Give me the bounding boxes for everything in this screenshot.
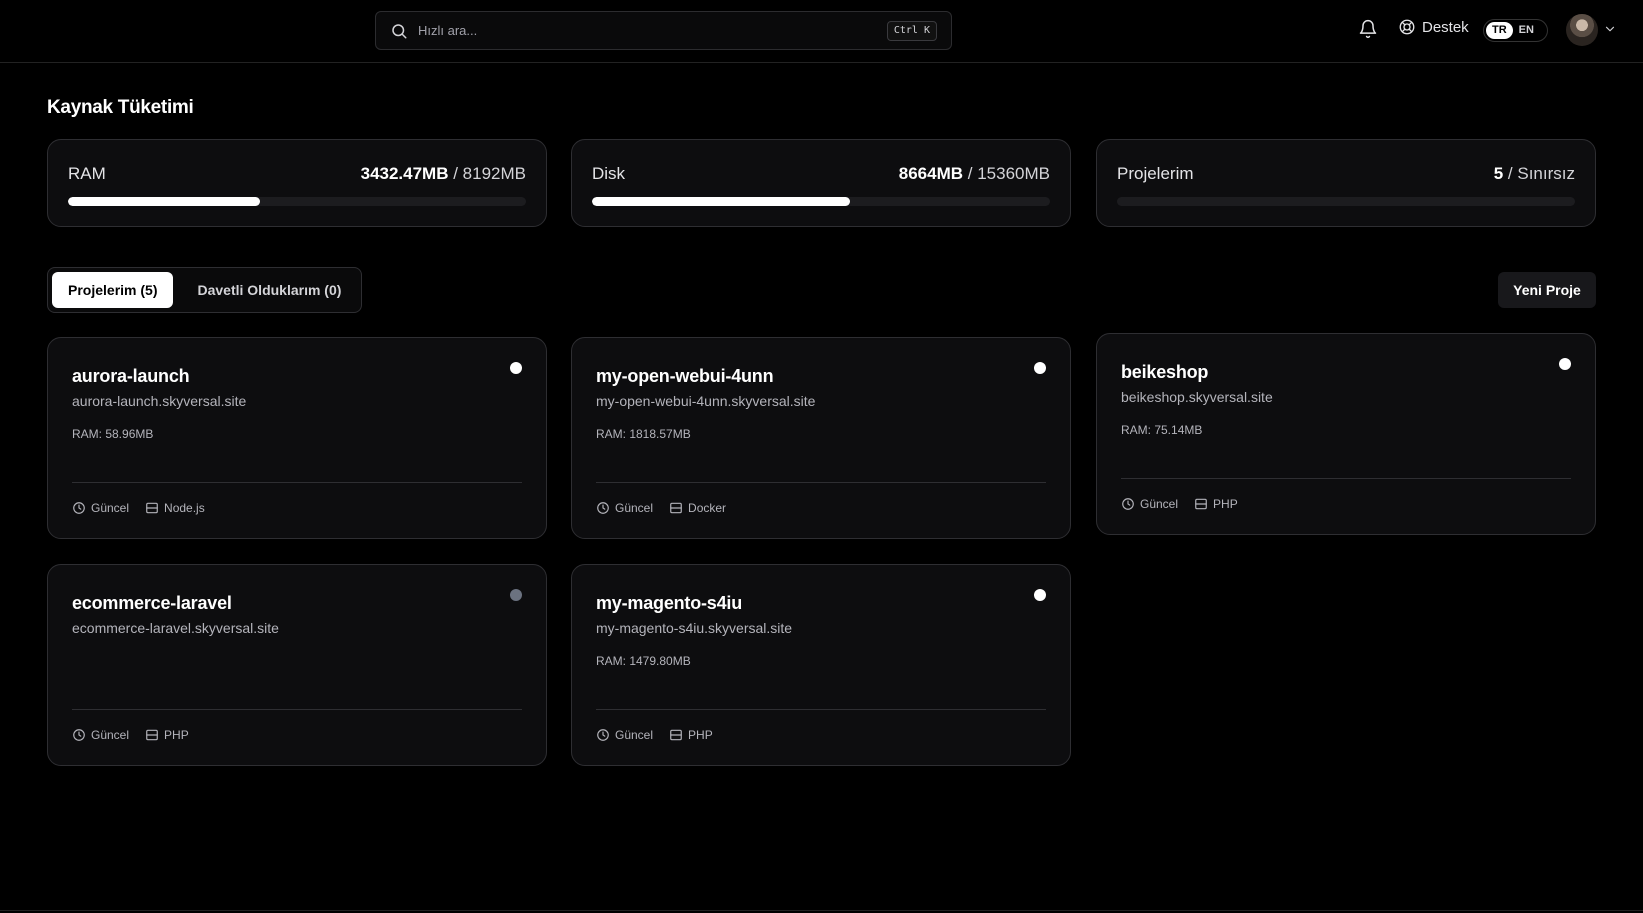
disk-progress-fill (592, 197, 851, 206)
project-status-label: Güncel (91, 501, 130, 515)
project-runtime: PHP (145, 728, 189, 742)
project-ram: RAM: 58.96MB (72, 427, 154, 441)
project-domain[interactable]: my-magento-s4iu.skyversal.site (596, 620, 792, 636)
server-icon (670, 729, 682, 741)
status-indicator-dot (1034, 589, 1046, 601)
project-ram: RAM: 1818.57MB (596, 427, 691, 441)
search-input[interactable]: Hızlı ara... Ctrl K (375, 11, 952, 50)
lang-option-en[interactable]: EN (1513, 22, 1540, 39)
projects-value: 5 / Sınırsız (1493, 164, 1575, 183)
ram-progress-bar (68, 197, 526, 206)
divider (0, 910, 1643, 911)
project-runtime-label: PHP (164, 728, 189, 742)
project-card[interactable]: beikeshop beikeshop.skyversal.site RAM: … (1096, 333, 1596, 535)
project-name[interactable]: my-magento-s4iu (596, 593, 742, 614)
project-status-label: Güncel (1140, 497, 1179, 511)
project-ram: RAM: 1479.80MB (596, 654, 691, 668)
project-name[interactable]: aurora-launch (72, 366, 190, 387)
ram-value: 3432.47MB / 8192MB (360, 164, 526, 183)
project-domain[interactable]: beikeshop.skyversal.site (1121, 389, 1273, 405)
status-indicator-dot (510, 362, 522, 374)
project-status: Güncel (596, 501, 653, 515)
support-label: Destek (1422, 18, 1469, 36)
search-icon (392, 24, 407, 39)
project-runtime: PHP (1194, 497, 1238, 511)
clock-icon (73, 502, 85, 514)
status-indicator-dot (1034, 362, 1046, 374)
page-title: Kaynak Tüketimi (47, 97, 194, 118)
disk-usage-card: Disk 8664MB / 15360MB (571, 139, 1071, 227)
project-ram: RAM: 75.14MB (1121, 423, 1203, 437)
ram-label: RAM (68, 164, 106, 183)
project-runtime-label: Docker (688, 501, 727, 515)
status-indicator-dot (1559, 358, 1571, 370)
server-icon (146, 502, 158, 514)
project-card[interactable]: ecommerce-laravel ecommerce-laravel.skyv… (47, 564, 547, 766)
project-name[interactable]: ecommerce-laravel (72, 593, 232, 614)
projects-progress-bar (1117, 197, 1575, 206)
notification-bell-icon[interactable] (1358, 19, 1378, 39)
chevron-down-icon[interactable] (1603, 22, 1617, 36)
disk-value: 8664MB / 15360MB (898, 164, 1050, 183)
project-runtime: PHP (669, 728, 713, 742)
project-runtime-label: PHP (1213, 497, 1238, 511)
lang-option-tr[interactable]: TR (1486, 22, 1513, 39)
card-divider (1121, 478, 1571, 479)
project-status: Güncel (72, 501, 129, 515)
project-runtime-label: PHP (688, 728, 713, 742)
project-status-label: Güncel (615, 728, 654, 742)
project-card[interactable]: aurora-launch aurora-launch.skyversal.si… (47, 337, 547, 539)
project-card[interactable]: my-open-webui-4unn my-open-webui-4unn.sk… (571, 337, 1071, 539)
ram-usage-card: RAM 3432.47MB / 8192MB (47, 139, 547, 227)
server-icon (670, 502, 682, 514)
tab-invited-projects[interactable]: Davetli Olduklarım (0) (181, 272, 357, 308)
search-shortcut-badge: Ctrl K (886, 21, 937, 41)
project-domain[interactable]: my-open-webui-4unn.skyversal.site (596, 393, 815, 409)
disk-label: Disk (592, 164, 626, 183)
server-icon (1195, 498, 1207, 510)
project-domain[interactable]: ecommerce-laravel.skyversal.site (72, 620, 279, 636)
project-meta: Güncel PHP (1121, 497, 1238, 511)
project-status: Güncel (1121, 497, 1178, 511)
clock-icon (73, 729, 85, 741)
top-bar: Hızlı ara... Ctrl K Destek TR EN (0, 0, 1643, 63)
card-divider (72, 709, 522, 710)
ram-progress-fill (68, 197, 260, 206)
avatar[interactable] (1566, 14, 1598, 46)
clock-icon (1122, 498, 1134, 510)
project-card[interactable]: my-magento-s4iu my-magento-s4iu.skyversa… (571, 564, 1071, 766)
project-status: Güncel (72, 728, 129, 742)
projects-label: Projelerim (1117, 164, 1194, 183)
support-button[interactable]: Destek (1398, 18, 1469, 36)
card-divider (72, 482, 522, 483)
projects-usage-card: Projelerim 5 / Sınırsız (1096, 139, 1596, 227)
project-tabs: Projelerim (5) Davetli Olduklarım (0) (47, 267, 363, 313)
project-name[interactable]: beikeshop (1121, 362, 1208, 383)
clock-icon (597, 729, 609, 741)
project-status: Güncel (596, 728, 653, 742)
card-divider (596, 482, 1046, 483)
tab-my-projects[interactable]: Projelerim (5) (52, 272, 174, 308)
lifebuoy-icon (1399, 19, 1415, 35)
new-project-button[interactable]: Yeni Proje (1498, 272, 1596, 308)
server-icon (146, 729, 158, 741)
project-meta: Güncel Docker (596, 501, 726, 515)
project-runtime: Node.js (145, 501, 205, 515)
project-name[interactable]: my-open-webui-4unn (596, 366, 774, 387)
project-domain[interactable]: aurora-launch.skyversal.site (72, 393, 246, 409)
disk-progress-bar (592, 197, 1050, 206)
project-status-label: Güncel (91, 728, 130, 742)
clock-icon (597, 502, 609, 514)
language-switcher[interactable]: TR EN (1483, 19, 1548, 42)
status-indicator-dot (510, 589, 522, 601)
project-meta: Güncel PHP (72, 728, 189, 742)
project-meta: Güncel Node.js (72, 501, 205, 515)
project-runtime: Docker (669, 501, 726, 515)
card-divider (596, 709, 1046, 710)
search-placeholder: Hızlı ara... (418, 23, 478, 38)
project-meta: Güncel PHP (596, 728, 713, 742)
project-status-label: Güncel (615, 501, 654, 515)
project-runtime-label: Node.js (164, 501, 205, 515)
